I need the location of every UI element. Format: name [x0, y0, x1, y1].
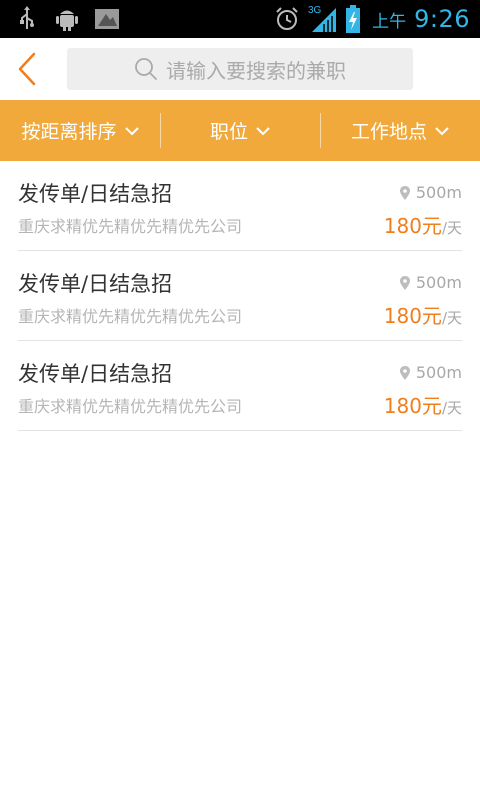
android-debug-icon	[56, 10, 78, 31]
network-type: 3G	[308, 5, 322, 16]
job-company: 重庆求精优先精优先精优先公司	[18, 217, 243, 236]
chevron-down-icon	[435, 126, 449, 135]
job-title: 发传单/日结急招	[18, 272, 173, 296]
job-pay: 180元 /天	[384, 300, 462, 329]
pay-amount: 180元	[383, 394, 442, 418]
job-list-item[interactable]: 发传单/日结急招 重庆求精优先精优先精优先公司 500m 180元 /天	[18, 251, 462, 341]
location-pin-icon	[399, 185, 410, 200]
distance-value: 500m	[415, 273, 462, 292]
location-pin-icon	[399, 365, 410, 380]
alarm-icon	[276, 7, 298, 30]
pay-amount: 180元	[383, 304, 442, 328]
job-distance: 500m	[399, 183, 462, 202]
job-list: 发传单/日结急招 重庆求精优先精优先精优先公司 500m 180元 /天 发传单…	[18, 161, 462, 431]
battery-charging-icon	[346, 5, 361, 33]
distance-value: 500m	[415, 363, 462, 382]
job-company: 重庆求精优先精优先精优先公司	[18, 307, 243, 326]
filter-work-location[interactable]: 工作地点	[320, 100, 480, 161]
job-title: 发传单/日结急招	[18, 362, 173, 386]
pay-unit: /天	[441, 219, 462, 237]
distance-value: 500m	[415, 183, 462, 202]
chevron-left-icon	[18, 52, 36, 86]
filter-position[interactable]: 职位	[160, 100, 320, 161]
filter-bar: 按距离排序 职位 工作地点	[0, 100, 480, 161]
job-list-item[interactable]: 发传单/日结急招 重庆求精优先精优先精优先公司 500m 180元 /天	[18, 341, 462, 431]
system-status: 3G 上午 9:26	[274, 0, 470, 38]
signal-3g-icon: 3G	[308, 5, 337, 32]
job-distance: 500m	[399, 363, 462, 382]
clock-ampm: 上午	[372, 11, 407, 32]
filter-label: 按距离排序	[21, 121, 117, 143]
usb-icon	[20, 6, 34, 29]
search-icon	[135, 58, 157, 80]
notification-icons	[14, 6, 120, 32]
status-bar: 3G 上午 9:26	[0, 0, 480, 38]
clock-time: 9:26	[414, 5, 470, 33]
chevron-down-icon	[256, 126, 270, 135]
job-distance: 500m	[399, 273, 462, 292]
image-notification-icon	[95, 9, 119, 29]
top-app-bar: 请输入要搜索的兼职	[0, 38, 480, 100]
pay-unit: /天	[441, 309, 462, 327]
location-pin-icon	[399, 275, 410, 290]
chevron-down-icon	[124, 126, 139, 135]
search-placeholder: 请输入要搜索的兼职	[166, 58, 346, 83]
pay-unit: /天	[441, 399, 462, 417]
job-title: 发传单/日结急招	[18, 182, 173, 206]
pay-amount: 180元	[383, 214, 442, 238]
job-pay: 180元 /天	[384, 390, 462, 419]
filter-label: 职位	[209, 121, 248, 143]
job-company: 重庆求精优先精优先精优先公司	[18, 397, 243, 416]
filter-label: 工作地点	[350, 121, 427, 143]
job-pay: 180元 /天	[384, 210, 462, 239]
back-button[interactable]	[10, 50, 46, 88]
job-list-item[interactable]: 发传单/日结急招 重庆求精优先精优先精优先公司 500m 180元 /天	[18, 161, 462, 251]
search-input[interactable]: 请输入要搜索的兼职	[67, 48, 413, 90]
filter-sort-by-distance[interactable]: 按距离排序	[0, 100, 160, 161]
